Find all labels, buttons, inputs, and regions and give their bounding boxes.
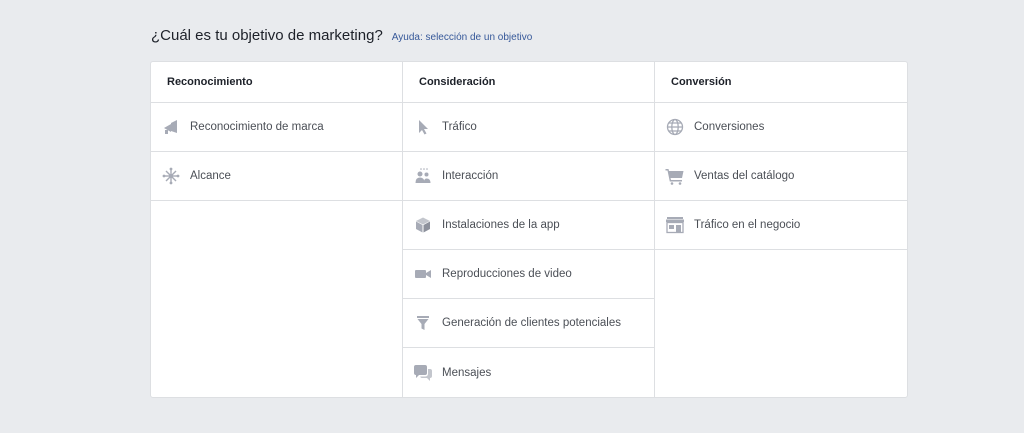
objective-app-installs[interactable]: Instalaciones de la app <box>403 201 654 250</box>
objective-traffic[interactable]: Tráfico <box>403 103 654 152</box>
objective-video-views[interactable]: Reproducciones de video <box>403 250 654 299</box>
box-icon <box>413 215 433 235</box>
objective-label: Instalaciones de la app <box>442 219 560 231</box>
help-link[interactable]: Ayuda: selección de un objetivo <box>392 32 532 43</box>
objective-panel: Reconocimiento Reconocimiento de marca A… <box>150 61 908 398</box>
objective-label: Interacción <box>442 170 499 182</box>
objective-store-traffic[interactable]: Tráfico en el negocio <box>655 201 907 250</box>
objective-conversions[interactable]: Conversiones <box>655 103 907 152</box>
megaphone-icon <box>161 117 181 137</box>
column-heading: Consideración <box>403 62 654 103</box>
objective-messages[interactable]: Mensajes <box>403 348 654 397</box>
objective-engagement[interactable]: Interacción <box>403 152 654 201</box>
objective-label: Reconocimiento de marca <box>190 121 324 133</box>
objective-label: Mensajes <box>442 366 492 379</box>
reach-icon <box>161 166 181 186</box>
objective-label: Reproducciones de video <box>442 268 572 280</box>
objective-label: Generación de clientes potenciales <box>442 317 622 329</box>
video-camera-icon <box>413 264 433 284</box>
page-title: ¿Cuál es tu objetivo de marketing? <box>151 27 383 44</box>
column-awareness: Reconocimiento Reconocimiento de marca A… <box>151 62 403 397</box>
people-icon <box>413 166 433 186</box>
chat-bubbles-icon <box>413 363 433 383</box>
objective-brand-awareness[interactable]: Reconocimiento de marca <box>151 103 402 152</box>
funnel-icon <box>413 313 433 333</box>
objective-catalog-sales[interactable]: Ventas del catálogo <box>655 152 907 201</box>
column-heading: Reconocimiento <box>151 62 402 103</box>
cart-icon <box>665 166 685 186</box>
objective-header: ¿Cuál es tu objetivo de marketing? Ayuda… <box>151 27 532 44</box>
objective-lead-generation[interactable]: Generación de clientes potenciales <box>403 299 654 348</box>
globe-icon <box>665 117 685 137</box>
objective-label: Ventas del catálogo <box>694 170 795 182</box>
objective-label: Conversiones <box>694 121 765 133</box>
objective-label: Alcance <box>190 170 231 182</box>
store-icon <box>665 215 685 235</box>
cursor-icon <box>413 117 433 137</box>
column-heading: Conversión <box>655 62 907 103</box>
objective-reach[interactable]: Alcance <box>151 152 402 201</box>
column-consideration: Consideración Tráfico Interacción Instal… <box>403 62 655 397</box>
objective-label: Tráfico <box>442 121 477 133</box>
column-conversion: Conversión Conversiones Ventas del catál… <box>655 62 907 397</box>
objective-label: Tráfico en el negocio <box>694 219 801 231</box>
